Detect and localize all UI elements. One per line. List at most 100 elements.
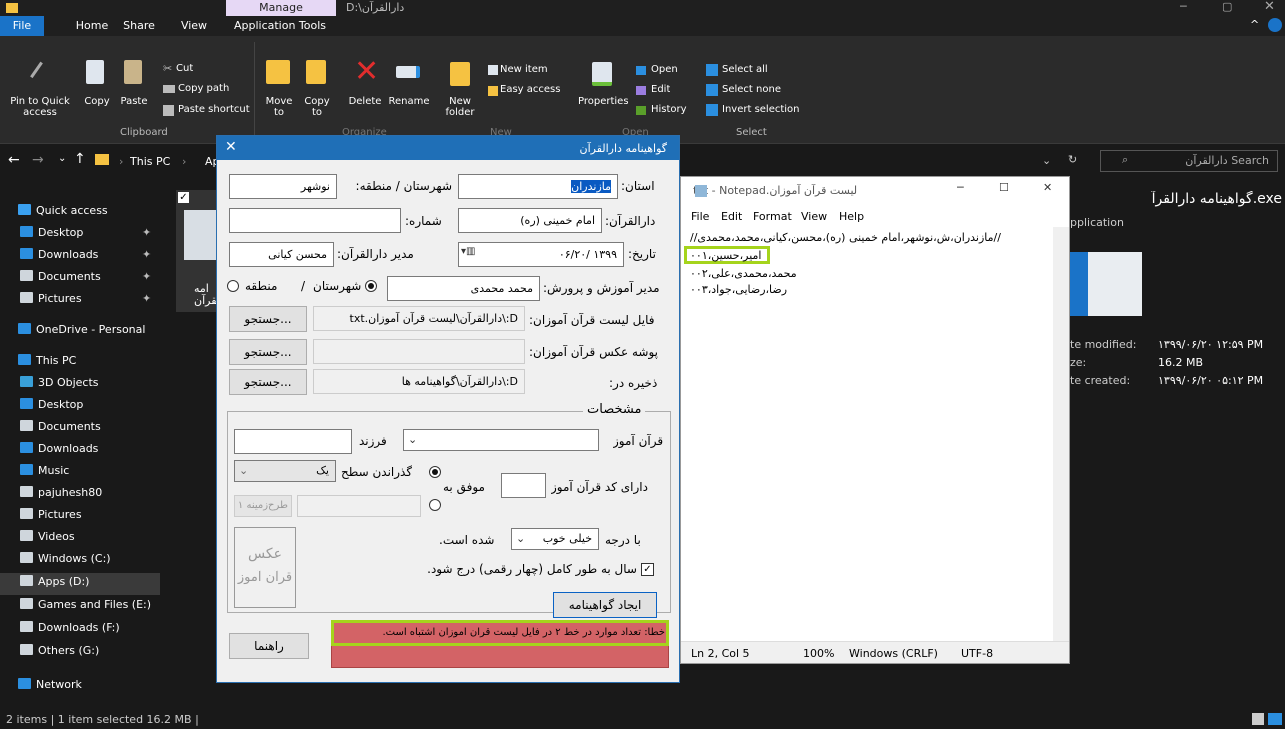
nav-documents[interactable]: Documents: [20, 270, 101, 283]
delete-button[interactable]: Delete: [344, 96, 386, 107]
nav-pictures-pc[interactable]: Pictures: [20, 508, 82, 521]
invert-selection-button[interactable]: Invert selection: [722, 104, 800, 115]
checkbox-icon[interactable]: ✓: [177, 191, 190, 204]
nav-pictures[interactable]: Pictures: [20, 292, 82, 305]
nav-3d-objects[interactable]: 3D Objects: [20, 376, 99, 389]
nav-network[interactable]: Network: [18, 678, 82, 691]
notepad-menu-edit[interactable]: Edit: [721, 210, 742, 223]
collapse-ribbon-icon[interactable]: ^: [1250, 18, 1259, 31]
tab-share[interactable]: Share: [118, 16, 160, 36]
notepad-close-button[interactable]: ✕: [1043, 181, 1052, 194]
move-to-button[interactable]: Move to: [262, 96, 296, 118]
nav-windows-c[interactable]: Windows (C:): [20, 552, 111, 565]
pin-to-quick-access-button[interactable]: Pin to Quick access: [2, 96, 78, 118]
edit-button[interactable]: Edit: [651, 84, 670, 95]
nav-games-e[interactable]: Games and Files (E:): [20, 598, 174, 611]
notepad-menu-file[interactable]: File: [691, 210, 709, 223]
nav-others-g[interactable]: Others (G:): [20, 644, 99, 657]
tab-application-tools[interactable]: Application Tools: [232, 16, 328, 36]
calendar-dropdown-icon[interactable]: ▾▥: [461, 246, 475, 257]
minimize-button[interactable]: ─: [1180, 0, 1187, 13]
dialog-close-button[interactable]: ✕: [225, 139, 237, 155]
gender-dropdown[interactable]: ⌄: [403, 429, 599, 451]
browse-list-button[interactable]: جستجو...: [229, 306, 307, 332]
manage-tab[interactable]: Manage: [226, 0, 336, 16]
nav-this-pc[interactable]: This PC: [18, 354, 76, 367]
tiles-view-icon[interactable]: [1268, 713, 1282, 725]
level-dropdown[interactable]: یک ⌄: [234, 460, 336, 482]
select-none-button[interactable]: Select none: [722, 84, 781, 95]
details-view-icon[interactable]: [1252, 713, 1264, 725]
radio-plan[interactable]: [429, 499, 441, 511]
student-code-input[interactable]: [501, 473, 546, 498]
nav-desktop[interactable]: Desktop: [20, 226, 83, 239]
address-dropdown-icon[interactable]: ⌄: [1042, 154, 1051, 167]
darolquran-input[interactable]: امام خمینی (ره): [458, 208, 602, 233]
radio-passed-level[interactable]: [429, 466, 441, 478]
nav-downloads[interactable]: Downloads: [20, 248, 98, 261]
manager-input[interactable]: محسن کیانی: [229, 242, 334, 267]
nav-apps-d[interactable]: Apps (D:): [20, 575, 89, 588]
tab-view[interactable]: View: [176, 16, 212, 36]
plan-value: طرح‌زمینه ۱: [237, 500, 288, 511]
nav-onedrive[interactable]: OneDrive - Personal: [18, 323, 145, 336]
city-input[interactable]: نوشهر: [229, 174, 337, 199]
copy-to-button[interactable]: Copy to: [300, 96, 334, 118]
nav-desktop-pc[interactable]: Desktop: [20, 398, 83, 411]
browse-save-button[interactable]: جستجو...: [229, 369, 307, 395]
file-item-selected[interactable]: ✓ امه لقرآن: [176, 190, 220, 312]
nav-pajuhesh80[interactable]: pajuhesh80: [20, 486, 102, 499]
full-year-checkbox[interactable]: ✓: [641, 563, 654, 576]
refresh-icon[interactable]: ↻: [1068, 153, 1077, 166]
details-created-label: te created:: [1070, 374, 1131, 387]
paste-shortcut-button[interactable]: Paste shortcut: [178, 104, 250, 115]
nav-downloads-pc[interactable]: Downloads: [20, 442, 98, 455]
date-picker[interactable]: ۱۳۹۹ /۰۶/۲۰: [458, 242, 624, 267]
chevron-down-icon[interactable]: ⌄: [58, 153, 66, 164]
properties-button[interactable]: Properties: [578, 96, 628, 107]
help-icon[interactable]: [1268, 18, 1282, 32]
nav-quick-access[interactable]: Quick access: [18, 204, 108, 217]
notepad-scrollbar[interactable]: [1053, 227, 1069, 641]
edu-manager-input[interactable]: محمد محمدی: [387, 276, 540, 301]
select-all-button[interactable]: Select all: [722, 64, 768, 75]
nav-music[interactable]: Music: [20, 464, 69, 477]
notepad-minimize-button[interactable]: ─: [957, 181, 964, 194]
nav-videos[interactable]: Videos: [20, 530, 75, 543]
notepad-menu-view[interactable]: View: [801, 210, 827, 223]
browse-photo-button[interactable]: جستجو...: [229, 339, 307, 365]
notepad-maximize-button[interactable]: ☐: [999, 181, 1009, 194]
copy-path-button[interactable]: Copy path: [178, 83, 229, 94]
back-icon[interactable]: ←: [8, 152, 20, 168]
notepad-menu-help[interactable]: Help: [839, 210, 864, 223]
easy-access-button[interactable]: Easy access: [500, 84, 560, 95]
tab-file[interactable]: File: [0, 16, 44, 36]
cut-button[interactable]: Cut: [176, 63, 193, 74]
help-button[interactable]: راهنما: [229, 633, 309, 659]
notepad-menu-format[interactable]: Format: [753, 210, 792, 223]
notepad-text-area[interactable]: //مازندران،ش،نوشهر،امام خمینی (ره)،محسن،…: [681, 227, 1053, 641]
grade-dropdown[interactable]: خیلی خوب ⌄: [511, 528, 599, 550]
province-input[interactable]: مازندران: [458, 174, 618, 199]
number-input[interactable]: [229, 208, 401, 233]
new-item-button[interactable]: New item: [500, 64, 548, 75]
nav-documents-pc[interactable]: Documents: [20, 420, 101, 433]
details-size-value: 16.2 MB: [1158, 356, 1204, 369]
maximize-button[interactable]: ▢: [1222, 0, 1232, 13]
new-folder-button[interactable]: New folder: [440, 96, 480, 118]
create-certificate-button[interactable]: ایجاد گواهینامه: [553, 592, 657, 618]
paste-button[interactable]: Paste: [117, 96, 151, 107]
radio-city[interactable]: [365, 280, 377, 292]
forward-icon[interactable]: →: [32, 152, 44, 168]
history-button[interactable]: History: [651, 104, 687, 115]
copy-button[interactable]: Copy: [82, 96, 112, 107]
close-button[interactable]: ✕: [1264, 0, 1275, 14]
nav-downloads-f[interactable]: Downloads (F:): [20, 621, 120, 634]
rename-button[interactable]: Rename: [386, 96, 432, 107]
radio-region[interactable]: [227, 280, 239, 292]
open-button[interactable]: Open: [651, 64, 678, 75]
parent-name-input[interactable]: [234, 429, 352, 454]
tab-home[interactable]: Home: [72, 16, 112, 36]
up-icon[interactable]: ↑: [74, 151, 86, 167]
breadcrumb-this-pc[interactable]: This PC: [130, 155, 170, 168]
